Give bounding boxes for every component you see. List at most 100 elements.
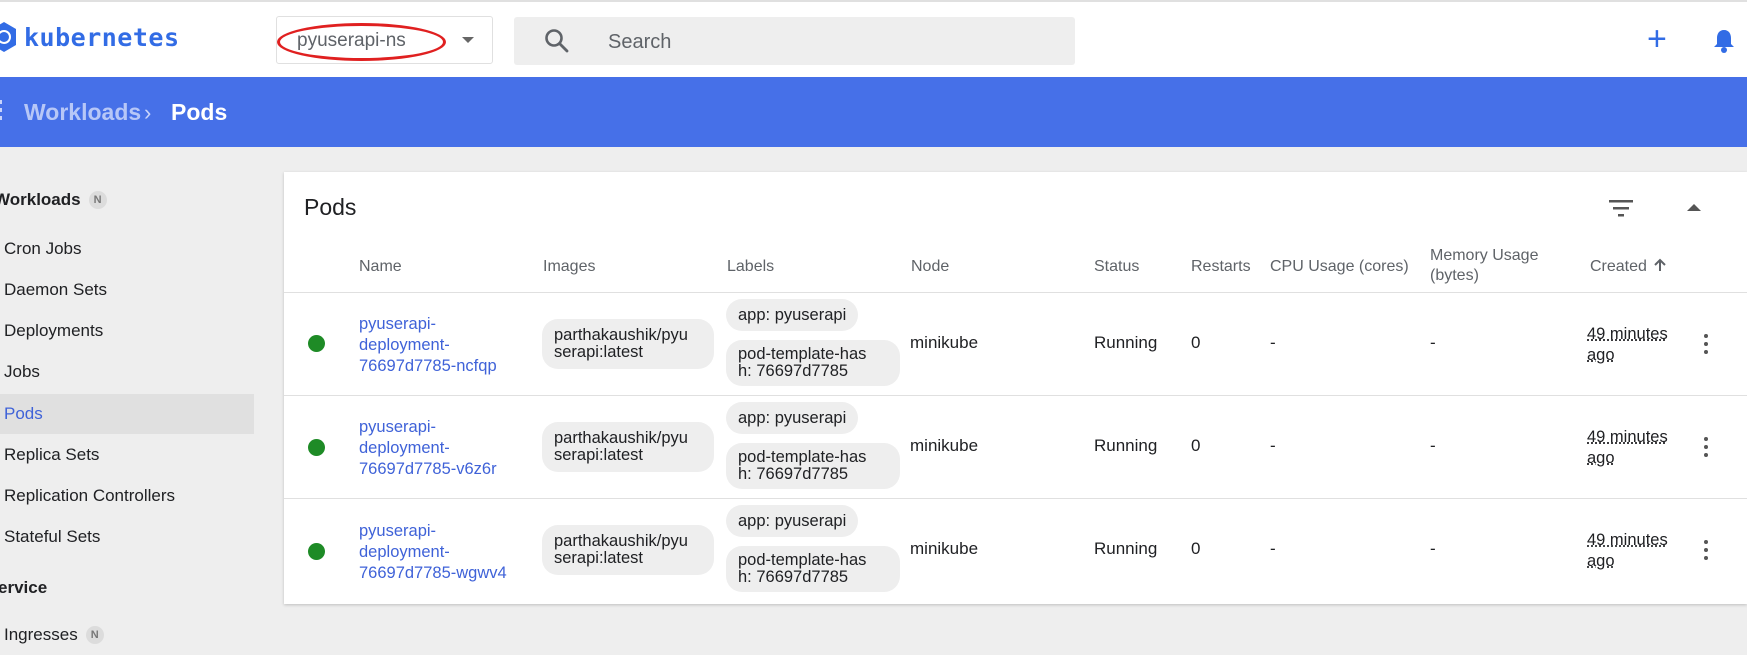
- card-title: Pods: [304, 194, 357, 220]
- sort-ascending-arrow-icon: [1654, 258, 1667, 271]
- sidebar-item-replica-sets[interactable]: Replica Sets: [0, 435, 254, 475]
- label-chip-line: h: 76697d7785: [738, 362, 849, 380]
- sidebar-item-label: Deployments: [4, 321, 104, 340]
- created-line: 49 minutes: [1587, 325, 1668, 343]
- chevron-down-icon: [462, 37, 474, 43]
- sidebar-item-cron-jobs[interactable]: Cron Jobs: [0, 229, 254, 269]
- image-chip-line: serapi:latest: [554, 343, 643, 361]
- sidebar-item-deployments[interactable]: Deployments: [0, 311, 254, 351]
- collapse-arrow-icon[interactable]: [1687, 204, 1701, 211]
- search-icon[interactable]: [544, 28, 570, 54]
- namespace-selector[interactable]: pyuserapi-ns: [276, 16, 493, 64]
- more-options-kebab-icon[interactable]: [1704, 334, 1708, 358]
- label-chip: pod-template-has h: 76697d7785: [726, 340, 900, 386]
- image-chip-line: parthakaushik/pyu: [554, 532, 688, 550]
- table-row[interactable]: pyuserapi- deployment- 76697d7785-ncfqp …: [284, 292, 1747, 396]
- pod-name-line: 76697d7785-wgwv4: [359, 564, 507, 582]
- label-chip: pod-template-has h: 76697d7785: [726, 443, 900, 489]
- kubernetes-logo[interactable]: kubernetes: [0, 22, 180, 52]
- column-header-status[interactable]: Status: [1094, 258, 1139, 276]
- table-row[interactable]: pyuserapi- deployment- 76697d7785-wgwv4 …: [284, 498, 1747, 602]
- cpu-usage-cell: -: [1270, 436, 1276, 455]
- created-line: ago: [1587, 346, 1615, 364]
- chevron-right-icon: ›: [144, 100, 152, 125]
- memory-usage-cell: -: [1430, 539, 1436, 558]
- more-options-kebab-icon[interactable]: [1704, 540, 1708, 564]
- created-line: ago: [1587, 552, 1615, 570]
- logo-text: kubernetes: [24, 22, 180, 52]
- sidebar-heading-label: Workloads: [0, 190, 81, 209]
- cpu-usage-cell: -: [1270, 539, 1276, 558]
- sidebar-item-label: Replica Sets: [4, 445, 100, 464]
- status-cell: Running: [1094, 333, 1158, 352]
- more-options-kebab-icon[interactable]: [1704, 437, 1708, 461]
- pod-name-line: 76697d7785-ncfqp: [359, 357, 497, 375]
- label-chip: app: pyuserapi: [726, 402, 859, 434]
- pod-name-line: deployment-: [359, 439, 450, 457]
- created-line: 49 minutes: [1587, 428, 1668, 446]
- search-input[interactable]: [606, 25, 1030, 59]
- breadcrumb-bar: Workloads › Pods: [0, 77, 1747, 147]
- created-cell: 49 minutes ago: [1587, 427, 1668, 469]
- sidebar-item-label: Stateful Sets: [4, 527, 101, 546]
- create-plus-icon[interactable]: +: [1647, 22, 1667, 56]
- label-chip-line: h: 76697d7785: [738, 465, 849, 483]
- restarts-cell: 0: [1191, 436, 1201, 455]
- filter-icon[interactable]: [1608, 198, 1634, 218]
- image-chip: parthakaushik/pyu serapi:latest: [542, 319, 714, 369]
- created-line: ago: [1587, 449, 1615, 467]
- notifications-bell-icon[interactable]: [1712, 28, 1736, 54]
- column-header-images: Images: [543, 258, 596, 275]
- search-bar: [514, 17, 1075, 65]
- status-cell: Running: [1094, 436, 1158, 455]
- sidebar-heading-service[interactable]: ervice: [0, 578, 47, 598]
- pod-name-line: pyuserapi-: [359, 418, 437, 436]
- label-chip-line: pod-template-has: [738, 551, 867, 569]
- sidebar-item-daemon-sets[interactable]: Daemon Sets: [0, 270, 254, 310]
- pod-name-link[interactable]: pyuserapi- deployment- 76697d7785-ncfqp: [359, 314, 524, 377]
- column-header-restarts[interactable]: Restarts: [1191, 258, 1251, 276]
- sidebar-item-label: Ingresses: [4, 625, 78, 644]
- column-header-labels: Labels: [727, 258, 775, 275]
- kubernetes-helm-icon: [0, 22, 16, 52]
- image-chip-line: parthakaushik/pyu: [554, 429, 688, 447]
- column-header-cpu-usage: CPU Usage (cores): [1270, 258, 1409, 275]
- status-running-icon: [308, 335, 325, 352]
- pod-name-line: deployment-: [359, 543, 450, 561]
- sidebar-item-replication-controllers[interactable]: Replication Controllers: [0, 476, 254, 516]
- restarts-cell: 0: [1191, 539, 1201, 558]
- sidebar-item-ingresses[interactable]: Ingresses N: [0, 615, 254, 655]
- table-row[interactable]: pyuserapi- deployment- 76697d7785-v6z6r …: [284, 395, 1747, 499]
- pod-name-line: 76697d7785-v6z6r: [359, 460, 497, 478]
- sidebar-heading-workloads[interactable]: Workloads N: [0, 190, 107, 210]
- sidebar-item-label: Pods: [4, 404, 43, 423]
- restarts-cell: 0: [1191, 333, 1201, 352]
- status-running-icon: [308, 543, 325, 560]
- image-chip-line: parthakaushik/pyu: [554, 326, 688, 344]
- node-cell: minikube: [910, 436, 979, 455]
- label-chip: pod-template-has h: 76697d7785: [726, 546, 900, 592]
- label-chip-line: h: 76697d7785: [738, 568, 849, 586]
- created-cell: 49 minutes ago: [1587, 324, 1668, 366]
- cpu-usage-cell: -: [1270, 333, 1276, 352]
- breadcrumb-workloads[interactable]: Workloads: [24, 99, 141, 126]
- sidebar-item-label: Replication Controllers: [4, 486, 176, 505]
- red-annotation-ellipse: [277, 23, 446, 61]
- label-chip-line: pod-template-has: [738, 448, 867, 466]
- column-header-name[interactable]: Name: [359, 258, 402, 276]
- pod-name-link[interactable]: pyuserapi- deployment- 76697d7785-wgwv4: [359, 521, 524, 584]
- column-header-created[interactable]: Created: [1590, 258, 1667, 276]
- sidebar-item-pods[interactable]: Pods: [0, 394, 254, 434]
- hamburger-menu-icon[interactable]: [0, 100, 2, 124]
- column-header-memory-line1: Memory Usage: [1430, 247, 1539, 264]
- image-chip-line: serapi:latest: [554, 446, 643, 464]
- breadcrumb-pods: Pods: [171, 99, 228, 125]
- pod-name-line: deployment-: [359, 336, 450, 354]
- sidebar-item-jobs[interactable]: Jobs: [0, 352, 254, 392]
- memory-usage-cell: -: [1430, 333, 1436, 352]
- pod-name-link[interactable]: pyuserapi- deployment- 76697d7785-v6z6r: [359, 417, 524, 480]
- memory-usage-cell: -: [1430, 436, 1436, 455]
- sidebar-item-label: Jobs: [4, 362, 40, 381]
- column-header-node[interactable]: Node: [911, 258, 949, 276]
- sidebar-item-stateful-sets[interactable]: Stateful Sets: [0, 517, 254, 557]
